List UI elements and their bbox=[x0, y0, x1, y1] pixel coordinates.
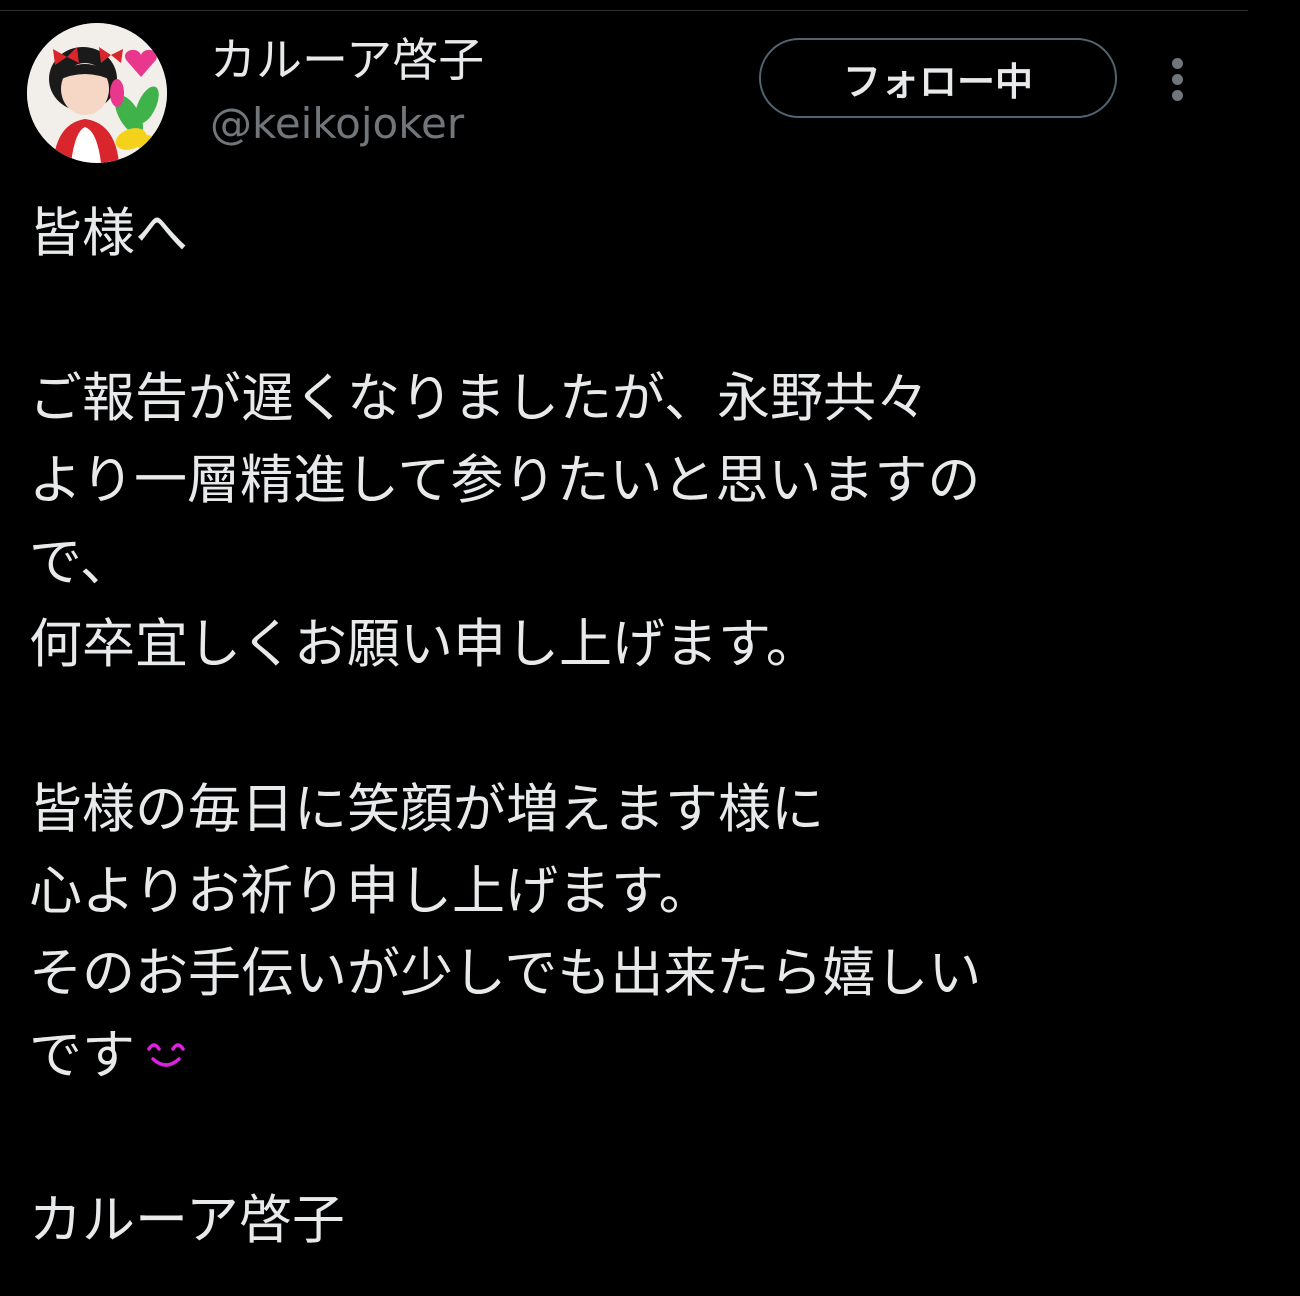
tweet-line: 心よりお祈り申し上げます。 bbox=[29, 861, 712, 922]
more-dot bbox=[1172, 74, 1183, 85]
tweet-line: 何卒宜しくお願い申し上げます。 bbox=[29, 614, 819, 675]
tweet-line: ご報告が遅くなりましたが、永野共々 bbox=[29, 368, 929, 429]
tweet-line: 皆様へ bbox=[29, 203, 188, 264]
tweet-line-with-emoji: です bbox=[29, 1015, 1269, 1097]
more-dot bbox=[1172, 58, 1183, 69]
tweet-line: より一層精進して参りたいと思いますの bbox=[29, 450, 981, 511]
tweet-text: 皆様へ ご報告が遅くなりましたが、永野共々 より一層精進して参りたいと思いますの… bbox=[29, 193, 1269, 1262]
tweet-header: カルーア啓子 @keikojoker フォロー中 bbox=[0, 0, 1300, 180]
tweet-line: で、 bbox=[29, 532, 133, 593]
smiling-eyes-emoticon-icon bbox=[143, 1017, 189, 1099]
avatar[interactable] bbox=[27, 23, 167, 163]
author-handle[interactable]: @keikojoker bbox=[210, 96, 464, 152]
author-display-name[interactable]: カルーア啓子 bbox=[210, 30, 484, 90]
following-button[interactable]: フォロー中 bbox=[759, 38, 1117, 118]
tweet-signature: カルーア啓子 bbox=[29, 1190, 345, 1251]
avatar-photo-icon bbox=[27, 23, 167, 163]
tweet-line: 皆様の毎日に笑顔が増えます様に bbox=[29, 779, 824, 840]
more-dot bbox=[1172, 90, 1183, 101]
tweet-line: そのお手伝いが少しでも出来たら嬉しい bbox=[29, 943, 982, 1004]
tweet-line: です bbox=[29, 1025, 135, 1086]
more-vertical-icon[interactable] bbox=[1158, 52, 1198, 106]
